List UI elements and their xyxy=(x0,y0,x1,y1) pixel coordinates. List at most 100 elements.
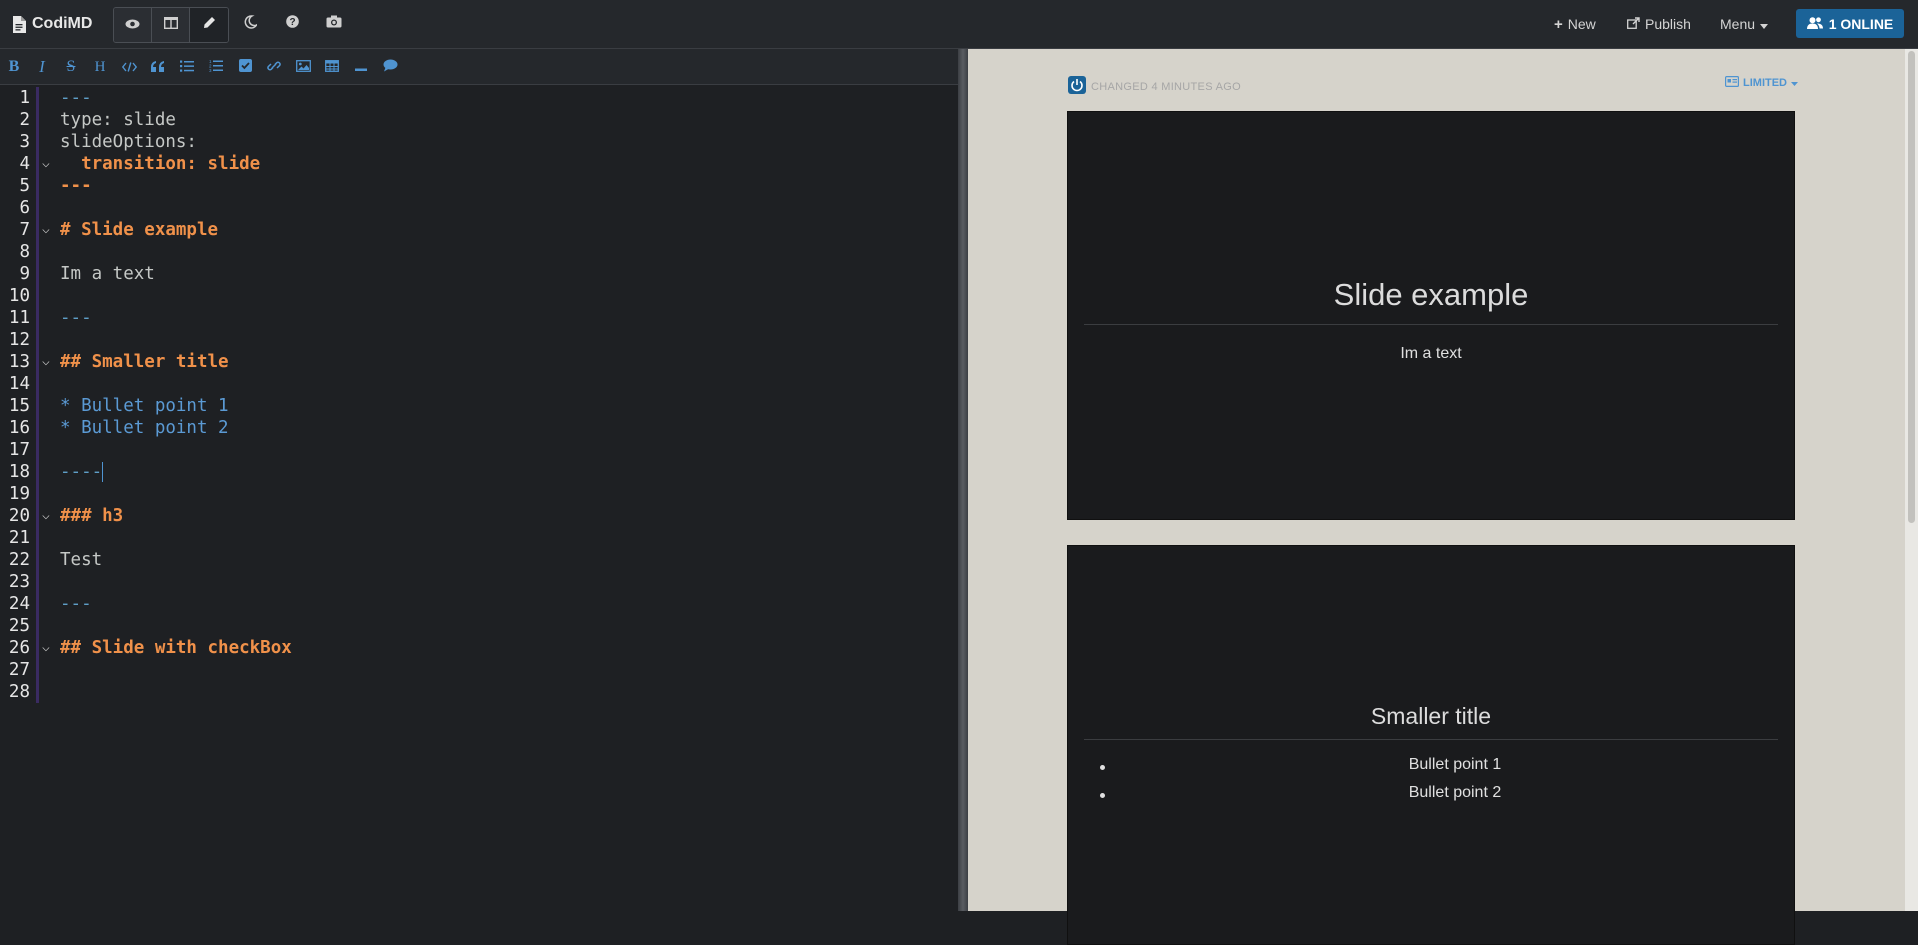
online-users-button[interactable]: 1 ONLINE xyxy=(1796,9,1904,38)
code-line[interactable]: 19 xyxy=(0,483,958,505)
line-number: 5 xyxy=(19,176,30,196)
fold-chevron-icon[interactable]: ⌵ xyxy=(42,505,50,527)
list-ul-icon xyxy=(180,59,194,75)
link-button[interactable] xyxy=(265,58,283,76)
caret-down-icon xyxy=(1791,77,1798,89)
preview-meta-row: CHANGED 4 MINUTES AGO LIMITED xyxy=(1068,76,1798,94)
ordered-list-button[interactable]: 123 xyxy=(207,58,225,76)
fold-chevron-icon[interactable]: ⌵ xyxy=(42,351,50,373)
line-number: 22 xyxy=(8,550,30,570)
code-line[interactable]: 3 slideOptions: xyxy=(0,131,958,153)
italic-button[interactable]: I xyxy=(33,57,51,76)
gutter-marker xyxy=(36,593,39,615)
fold-chevron-icon[interactable]: ⌵ xyxy=(42,219,50,241)
strikethrough-button[interactable]: S xyxy=(62,58,80,76)
code-line[interactable]: 14 xyxy=(0,373,958,395)
code-line[interactable]: 15 * Bullet point 1 xyxy=(0,395,958,417)
code-line[interactable]: 9 Im a text xyxy=(0,263,958,285)
code-line[interactable]: 17 xyxy=(0,439,958,461)
code-text-content: ## Slide with checkBox xyxy=(60,638,292,658)
list-ol-icon: 123 xyxy=(209,59,223,75)
fold-chevron-icon[interactable]: ⌵ xyxy=(42,153,50,175)
code-line[interactable]: 2 type: slide xyxy=(0,109,958,131)
gutter-marker xyxy=(36,241,39,263)
scrollbar-thumb[interactable] xyxy=(1908,51,1915,523)
view-mode-button[interactable] xyxy=(114,8,152,42)
code-line[interactable]: 4 ⌵ transition: slide xyxy=(0,153,958,175)
line-number: 14 xyxy=(8,374,30,394)
code-area[interactable]: 1 --- 2 type: slide 3 slideOptions: 4 ⌵ transit… xyxy=(0,87,958,703)
code-text-content: transition: slide xyxy=(60,154,261,174)
line-number: 24 xyxy=(8,594,30,614)
code-line[interactable]: 12 xyxy=(0,329,958,351)
checklist-button[interactable] xyxy=(236,58,254,76)
code-line[interactable]: 25 xyxy=(0,615,958,637)
edit-mode-button[interactable] xyxy=(190,8,228,42)
code-line[interactable]: 27 xyxy=(0,659,958,681)
caret-down-icon xyxy=(1760,16,1769,32)
strikethrough-icon: S xyxy=(66,58,76,75)
code-line[interactable]: 22 Test xyxy=(0,549,958,571)
code-text: * Bullet point 1 xyxy=(60,395,229,417)
code-line[interactable]: 28 xyxy=(0,681,958,703)
unordered-list-button[interactable] xyxy=(178,58,196,76)
bullet-dot xyxy=(1100,793,1105,798)
code-text: --- xyxy=(60,593,92,615)
markdown-editor[interactable]: B I S H 123 1 --- 2 type: slide 3 slideO… xyxy=(0,49,958,911)
gutter-marker xyxy=(36,461,39,483)
preview-scrollbar[interactable] xyxy=(1905,49,1918,911)
code-line[interactable]: 6 xyxy=(0,197,958,219)
split-divider[interactable] xyxy=(958,49,968,911)
bold-button[interactable]: B xyxy=(5,58,23,76)
status-info: CHANGED 4 MINUTES AGO xyxy=(1068,76,1241,97)
code-line[interactable]: 7 ⌵ # Slide example xyxy=(0,219,958,241)
both-mode-button[interactable] xyxy=(152,8,190,42)
code-line[interactable]: 16 * Bullet point 2 xyxy=(0,417,958,439)
heading-button[interactable]: H xyxy=(91,58,109,76)
columns-icon xyxy=(163,16,178,34)
brand-logo[interactable]: CodiMD xyxy=(12,0,92,48)
line-number: 18 xyxy=(8,462,30,482)
gutter-marker xyxy=(36,417,39,439)
publish-button[interactable]: Publish xyxy=(1627,0,1691,48)
code-line[interactable]: 10 xyxy=(0,285,958,307)
code-line[interactable]: 21 xyxy=(0,527,958,549)
fold-chevron-icon[interactable]: ⌵ xyxy=(42,637,50,659)
code-text-content: ---- xyxy=(60,462,103,482)
text-cursor xyxy=(102,462,104,482)
svg-text:?: ? xyxy=(289,17,295,28)
eye-icon xyxy=(125,16,140,34)
help-button[interactable]: ? xyxy=(275,7,309,41)
horizontal-rule-button[interactable] xyxy=(352,58,370,76)
image-button[interactable] xyxy=(294,58,312,76)
code-line[interactable]: 5 --- xyxy=(0,175,958,197)
slide-1-title: Slide example xyxy=(1333,277,1529,312)
code-line[interactable]: 8 xyxy=(0,241,958,263)
gutter-marker xyxy=(36,483,39,505)
bullet-dot xyxy=(1100,765,1105,770)
menu-dropdown[interactable]: Menu xyxy=(1720,0,1769,48)
code-line[interactable]: 20 ⌵ ### h3 xyxy=(0,505,958,527)
night-mode-button[interactable] xyxy=(233,7,267,41)
code-text: type: slide xyxy=(60,109,176,131)
code-line[interactable]: 11 --- xyxy=(0,307,958,329)
quote-button[interactable] xyxy=(149,58,167,76)
code-text-content: type: slide xyxy=(60,110,176,130)
gutter-marker xyxy=(36,527,39,549)
new-note-button[interactable]: + New xyxy=(1554,0,1596,48)
gutter-marker xyxy=(36,637,39,659)
code-button[interactable] xyxy=(120,58,138,76)
comment-button[interactable] xyxy=(381,58,399,76)
code-line[interactable]: 24 --- xyxy=(0,593,958,615)
line-number: 26 xyxy=(8,638,30,658)
code-line[interactable]: 13 ⌵ ## Smaller title xyxy=(0,351,958,373)
gutter-marker xyxy=(36,505,39,527)
table-button[interactable] xyxy=(323,58,341,76)
code-line[interactable]: 1 --- xyxy=(0,87,958,109)
permission-dropdown[interactable]: LIMITED xyxy=(1725,76,1798,90)
snapshot-button[interactable] xyxy=(317,7,351,41)
code-line[interactable]: 23 xyxy=(0,571,958,593)
code-line[interactable]: 26 ⌵ ## Slide with checkBox xyxy=(0,637,958,659)
code-text-content: --- xyxy=(60,176,92,196)
code-line[interactable]: 18 ---- xyxy=(0,461,958,483)
